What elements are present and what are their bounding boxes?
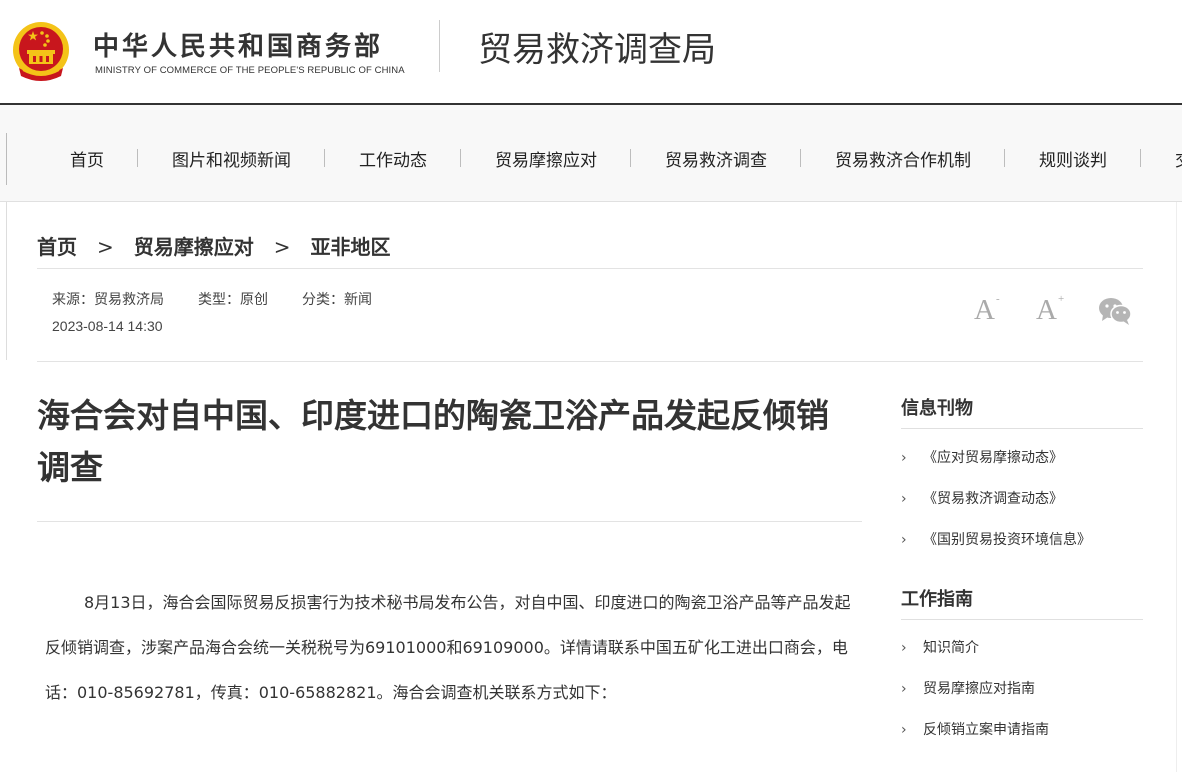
sidebar-divider [901, 619, 1143, 620]
nav-separator [460, 149, 461, 167]
chevron-right-icon: › [901, 722, 907, 738]
meta-date: 2023-08-14 14:30 [52, 318, 163, 334]
nav-separator [800, 149, 801, 167]
nav-separator [630, 149, 631, 167]
content-left-border [6, 202, 7, 360]
chevron-right-icon: › [901, 532, 907, 548]
sidebar-link-trade-friction-news[interactable]: › 《应对贸易摩擦动态》 [901, 447, 1063, 467]
nav-item-cooperation-mechanism[interactable]: 贸易救济合作机制 [835, 146, 971, 171]
nav-item-trade-remedy-investigation[interactable]: 贸易救济调查 [665, 146, 767, 171]
bureau-title[interactable]: 贸易救济调查局 [478, 22, 716, 71]
wechat-share-icon[interactable] [1098, 296, 1132, 326]
main-nav: 首页 图片和视频新闻 工作动态 贸易摩擦应对 贸易救济调查 贸易救济合作机制 规… [0, 105, 1182, 202]
breadcrumb-home[interactable]: 首页 [37, 231, 77, 260]
article-meta: 来源：贸易救济局 类型：原创 分类：新闻 [52, 289, 372, 309]
meta-source: 来源：贸易救济局 [52, 292, 164, 308]
nav-item-rules-negotiation[interactable]: 规则谈判 [1039, 146, 1107, 171]
content-right-border [1176, 202, 1177, 772]
nav-item-home[interactable]: 首页 [70, 146, 104, 171]
divider [37, 521, 862, 522]
nav-item-truncated[interactable]: 交 [1175, 146, 1182, 171]
sidebar-link-label: 《国别贸易投资环境信息》 [923, 532, 1091, 548]
ministry-name-en: MINISTRY OF COMMERCE OF THE PEOPLE'S REP… [95, 65, 405, 76]
sidebar-title-publications: 信息刊物 [901, 398, 973, 419]
chevron-right-icon: › [901, 681, 907, 697]
breadcrumb: 首页 > 贸易摩擦应对 > 亚非地区 [37, 231, 391, 260]
nav-left-border [6, 133, 7, 185]
divider [37, 361, 1143, 362]
sidebar-link-antidumping-guide[interactable]: › 反倾销立案申请指南 [901, 719, 1049, 739]
minus-sign: - [995, 293, 1000, 306]
sidebar-link-label: 贸易摩擦应对指南 [923, 681, 1035, 697]
breadcrumb-separator: > [97, 235, 114, 259]
nav-separator [1004, 149, 1005, 167]
nav-separator [324, 149, 325, 167]
header-divider [439, 20, 440, 72]
article-body: 8月13日，海合会国际贸易反损害行为技术秘书局发布公告，对自中国、印度进口的陶瓷… [45, 593, 851, 702]
meta-category: 分类：新闻 [302, 292, 372, 308]
breadcrumb-separator: > [273, 235, 291, 259]
sidebar-link-knowledge[interactable]: › 知识简介 [901, 637, 979, 657]
breadcrumb-trade-friction[interactable]: 贸易摩擦应对 [134, 231, 254, 260]
chevron-right-icon: › [901, 450, 907, 466]
plus-sign: + [1057, 293, 1065, 306]
sidebar-link-label: 《应对贸易摩擦动态》 [923, 450, 1063, 466]
national-emblem-icon[interactable] [11, 20, 71, 82]
nav-separator [1140, 149, 1141, 167]
sidebar-divider [901, 428, 1143, 429]
sidebar-link-friction-guide[interactable]: › 贸易摩擦应对指南 [901, 678, 1035, 698]
article-title: 海合会对自中国、印度进口的陶瓷卫浴产品发起反倾销调查 [37, 396, 829, 487]
nav-item-photo-video-news[interactable]: 图片和视频新闻 [172, 146, 291, 171]
font-increase-letter: A [1036, 294, 1057, 326]
sidebar-link-label: 知识简介 [923, 640, 979, 656]
font-decrease-button[interactable]: A- [974, 293, 1000, 327]
breadcrumb-asia-africa[interactable]: 亚非地区 [311, 231, 391, 260]
sidebar-link-label: 《贸易救济调查动态》 [923, 491, 1063, 507]
chevron-right-icon: › [901, 640, 907, 656]
sidebar-title-work-guide: 工作指南 [901, 589, 973, 610]
sidebar-link-label: 反倾销立案申请指南 [923, 722, 1049, 738]
divider [37, 268, 1143, 269]
nav-item-work-updates[interactable]: 工作动态 [359, 146, 427, 171]
sidebar-link-trade-remedy-news[interactable]: › 《贸易救济调查动态》 [901, 488, 1063, 508]
site-header: 中华人民共和国商务部 MINISTRY OF COMMERCE OF THE P… [0, 0, 1182, 105]
font-increase-button[interactable]: A+ [1036, 293, 1065, 327]
meta-type: 类型：原创 [198, 292, 268, 308]
nav-separator [137, 149, 138, 167]
font-decrease-letter: A [974, 294, 995, 326]
chevron-right-icon: › [901, 491, 907, 507]
ministry-name-cn[interactable]: 中华人民共和国商务部 [93, 26, 383, 63]
nav-item-trade-friction[interactable]: 贸易摩擦应对 [495, 146, 597, 171]
sidebar-link-country-environment[interactable]: › 《国别贸易投资环境信息》 [901, 529, 1091, 549]
